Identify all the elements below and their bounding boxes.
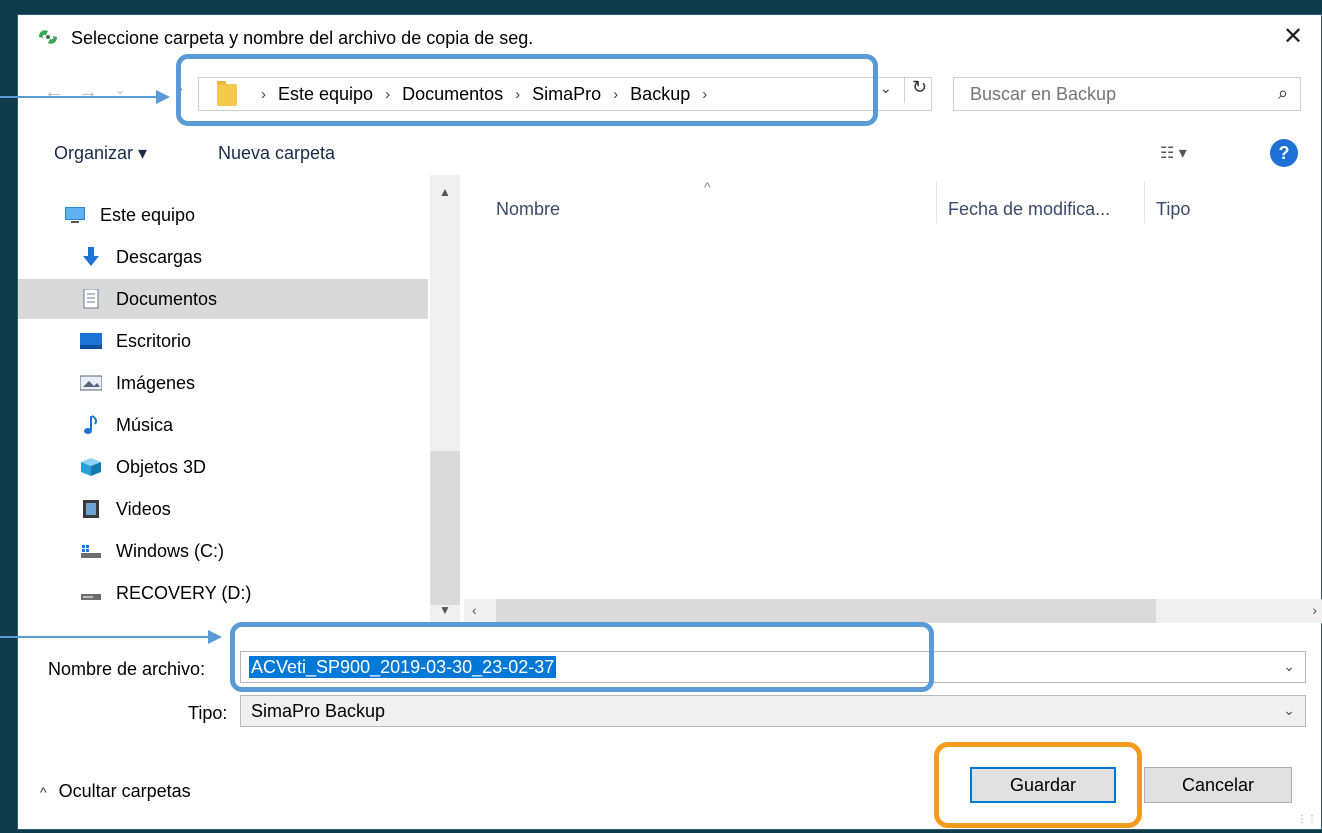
sidebar-item-documentos[interactable]: Documentos: [18, 279, 428, 319]
annotation-arrow-line: [0, 96, 158, 98]
resize-grip-icon[interactable]: ⋮⋮: [1297, 814, 1317, 825]
scrollbar-thumb[interactable]: [496, 599, 1156, 623]
save-dialog: Seleccione carpeta y nombre del archivo …: [17, 14, 1322, 830]
scrollbar-thumb[interactable]: [430, 451, 460, 605]
annotation-arrow-head: [156, 90, 170, 104]
chevron-up-icon: ^: [40, 784, 47, 800]
dialog-title: Seleccione carpeta y nombre del archivo …: [71, 28, 534, 48]
drive-c-icon: [81, 545, 101, 558]
column-header-modified[interactable]: Fecha de modifica...: [948, 199, 1110, 220]
annotation-arrow-head: [208, 630, 222, 644]
title-bar: Seleccione carpeta y nombre del archivo …: [18, 15, 1321, 57]
sidebar-item-label: Música: [116, 415, 174, 435]
drive-d-icon: [81, 594, 101, 600]
document-icon: [83, 289, 99, 309]
download-icon: [83, 247, 99, 266]
computer-icon: [65, 207, 85, 223]
sidebar-item-label: Objetos 3D: [116, 457, 207, 477]
organize-menu[interactable]: Organizar ▾: [54, 143, 147, 164]
annotation-arrow-line: [0, 636, 210, 638]
3d-objects-icon: [81, 458, 101, 476]
save-button-highlight: [934, 742, 1142, 828]
hide-folders-label: Ocultar carpetas: [58, 781, 191, 801]
sidebar-item-musica[interactable]: Música: [18, 405, 428, 445]
scroll-right-icon[interactable]: ›: [1312, 602, 1317, 618]
navigation-pane: Este equipo Descargas Documentos Escrito…: [18, 175, 460, 623]
forward-arrow-icon[interactable]: →: [78, 81, 98, 104]
column-header-type[interactable]: Tipo: [1156, 199, 1190, 220]
chevron-down-icon[interactable]: ⌄: [1283, 658, 1295, 675]
search-icon[interactable]: ⌕: [1278, 83, 1288, 104]
sidebar-item-label: Documentos: [116, 289, 218, 309]
search-box: ⌕: [953, 77, 1301, 111]
new-folder-button[interactable]: Nueva carpeta: [218, 143, 335, 164]
scroll-up-icon[interactable]: ▲: [439, 185, 451, 199]
back-arrow-icon[interactable]: ←: [44, 81, 64, 104]
close-button[interactable]: ✕: [1279, 23, 1307, 51]
filename-highlight: [230, 622, 934, 692]
sidebar-item-imagenes[interactable]: Imágenes: [18, 363, 428, 403]
desktop-icon: [80, 333, 102, 349]
file-type-label: Tipo:: [188, 703, 228, 723]
sidebar-item-descargas[interactable]: Descargas: [18, 237, 428, 277]
videos-icon: [83, 500, 99, 518]
sidebar-item-escritorio[interactable]: Escritorio: [18, 321, 428, 361]
search-input[interactable]: [970, 84, 1250, 105]
hide-folders-toggle[interactable]: ^ Ocultar carpetas: [40, 781, 191, 802]
column-divider[interactable]: [1144, 181, 1145, 223]
view-options-icon[interactable]: ☷ ▾: [1160, 143, 1187, 163]
file-type-value: SimaPro Backup: [251, 701, 386, 721]
recent-locations-icon[interactable]: ⌄: [115, 83, 125, 97]
column-divider[interactable]: [936, 181, 937, 223]
sidebar-item-label: Videos: [116, 499, 171, 519]
help-icon[interactable]: ?: [1270, 139, 1298, 167]
sidebar-item-label: RECOVERY (D:): [116, 583, 252, 603]
file-type-select[interactable]: SimaPro Backup ⌄: [240, 695, 1306, 727]
sidebar-item-este-equipo[interactable]: Este equipo: [18, 195, 428, 235]
sidebar-item-label: Descargas: [116, 247, 203, 267]
music-icon: [84, 415, 97, 434]
file-list-horizontal-scrollbar[interactable]: ‹ ›: [464, 599, 1322, 623]
chevron-down-icon[interactable]: ⌄: [1283, 702, 1295, 719]
refresh-icon[interactable]: ↻: [904, 77, 934, 103]
address-bar-highlight: [176, 54, 878, 126]
file-list-pane: ^ Nombre Fecha de modifica... Tipo: [464, 175, 1322, 623]
sidebar-item-label: Escritorio: [116, 331, 192, 351]
sidebar-item-label: Windows (C:): [116, 541, 225, 561]
command-toolbar: Organizar ▾ Nueva carpeta ☷ ▾ ?: [18, 133, 1321, 173]
scroll-down-icon[interactable]: ▼: [439, 603, 451, 617]
filename-label: Nombre de archivo:: [48, 659, 206, 679]
sidebar-item-windows-c[interactable]: Windows (C:): [18, 531, 428, 571]
address-dropdown-icon[interactable]: ⌄: [880, 80, 892, 97]
sidebar-item-recovery-d[interactable]: RECOVERY (D:): [18, 573, 428, 613]
sidebar-item-label: Este equipo: [100, 205, 196, 225]
cancel-button[interactable]: Cancelar: [1144, 767, 1292, 803]
pictures-icon: [80, 375, 102, 391]
sidebar-item-objetos-3d[interactable]: Objetos 3D: [18, 447, 428, 487]
navigation-pane-scrollbar[interactable]: ▲ ▼: [430, 175, 460, 623]
sort-ascending-icon: ^: [704, 179, 711, 195]
sidebar-item-label: Imágenes: [116, 373, 196, 393]
simapro-logo-icon: [39, 30, 57, 44]
column-header-name[interactable]: Nombre: [496, 199, 560, 220]
sidebar-item-videos[interactable]: Videos: [18, 489, 428, 529]
scroll-left-icon[interactable]: ‹: [472, 602, 477, 618]
